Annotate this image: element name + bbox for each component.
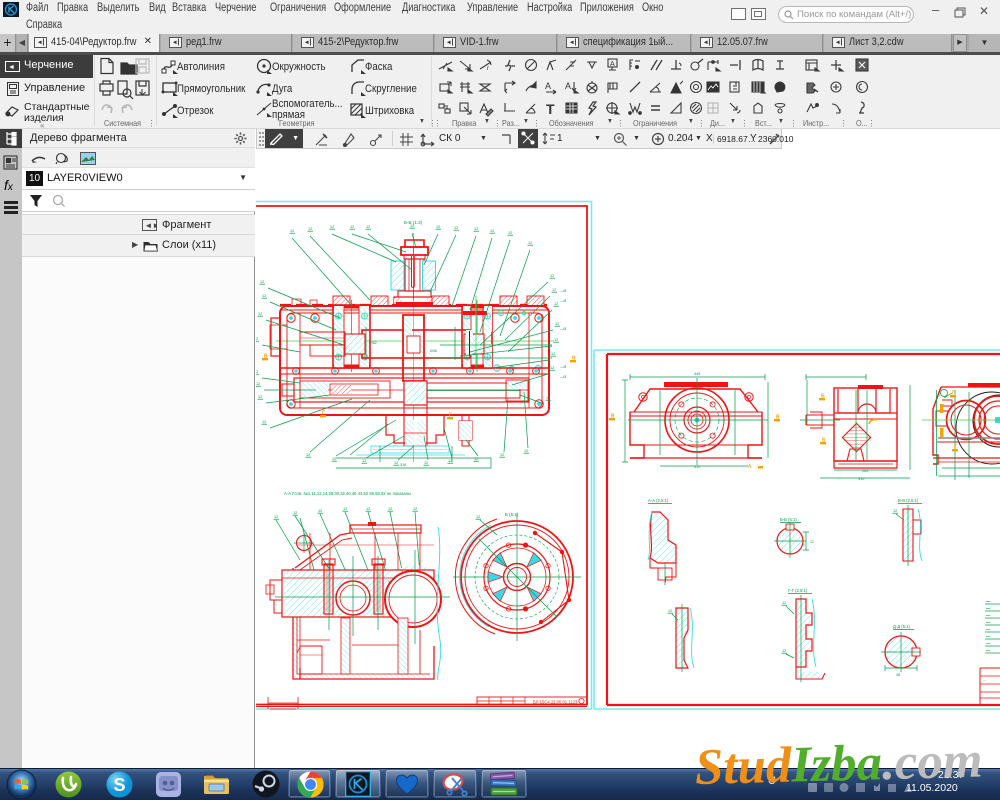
svg-text:12: 12 bbox=[308, 227, 312, 231]
svg-text:12: 12 bbox=[524, 449, 528, 453]
svg-text:12: 12 bbox=[448, 459, 452, 463]
svg-text:Б (5:1): Б (5:1) bbox=[505, 512, 519, 517]
svg-text:12: 12 bbox=[555, 322, 559, 326]
svg-text:Д-Д (5:1): Д-Д (5:1) bbox=[893, 624, 910, 629]
svg-text:—Ø: —Ø bbox=[560, 289, 567, 293]
svg-text:T: T bbox=[546, 101, 555, 117]
svg-text:—Ø: —Ø bbox=[560, 375, 567, 379]
svg-text:▪▪▪▪: ▪▪▪▪ bbox=[986, 607, 990, 611]
svg-text:12: 12 bbox=[318, 509, 322, 513]
svg-text:А-А (2,5:1): А-А (2,5:1) bbox=[648, 498, 669, 503]
svg-text:12: 12 bbox=[476, 515, 480, 519]
svg-text:12: 12 bbox=[668, 609, 672, 613]
svg-text:◄►: ◄► bbox=[145, 221, 158, 230]
svg-text:В-В (2,5:1): В-В (2,5:1) bbox=[898, 498, 919, 503]
svg-text:12: 12 bbox=[256, 382, 260, 386]
svg-text:A: A bbox=[610, 61, 615, 68]
svg-text:▪▪▪▪: ▪▪▪▪ bbox=[986, 614, 990, 618]
svg-text:12: 12 bbox=[366, 507, 370, 511]
svg-text:12: 12 bbox=[290, 229, 294, 233]
svg-text:12: 12 bbox=[474, 457, 478, 461]
svg-text:Г: Г bbox=[954, 445, 957, 451]
svg-text:265: 265 bbox=[862, 469, 868, 473]
svg-text:12: 12 bbox=[262, 420, 266, 424]
svg-text:12: 12 bbox=[424, 461, 428, 465]
svg-text:12: 12 bbox=[810, 540, 814, 544]
svg-text:12: 12 bbox=[782, 649, 786, 653]
svg-text:Б: Б bbox=[822, 438, 826, 444]
svg-text:12: 12 bbox=[550, 366, 554, 370]
svg-text:◄: ◄ bbox=[8, 64, 15, 71]
svg-text:▪▪▪▪: ▪▪▪▪ bbox=[986, 628, 990, 632]
svg-text:12: 12 bbox=[256, 370, 258, 374]
svg-text:▪▪▪▪: ▪▪▪▪ bbox=[986, 649, 990, 653]
svg-text:12: 12 bbox=[551, 352, 555, 356]
svg-text:···: ··· bbox=[983, 679, 987, 683]
svg-text:Б-Б (5:1): Б-Б (5:1) bbox=[780, 517, 797, 522]
svg-text:12: 12 bbox=[366, 225, 370, 229]
svg-text:▪▪▪▪: ▪▪▪▪ bbox=[986, 621, 990, 625]
svg-text:Б: Б bbox=[821, 394, 825, 400]
svg-text:310: 310 bbox=[858, 477, 864, 481]
svg-text:12: 12 bbox=[330, 225, 334, 229]
svg-text:А-А Гсов. №1,11,12,14,28 30,32: А-А Гсов. №1,11,12,14,28 30,32,40,46 43,… bbox=[284, 491, 411, 496]
svg-text:В: В bbox=[264, 354, 268, 360]
svg-text:▪▪▪▪: ▪▪▪▪ bbox=[986, 635, 990, 639]
svg-text:12: 12 bbox=[490, 229, 494, 233]
svg-text:—Ø: —Ø bbox=[560, 365, 567, 369]
svg-text:12: 12 bbox=[474, 227, 478, 231]
svg-text:12: 12 bbox=[262, 294, 266, 298]
svg-text:В: В bbox=[776, 415, 780, 421]
svg-text:12: 12 bbox=[550, 274, 554, 278]
svg-text:12: 12 bbox=[394, 461, 398, 465]
svg-text:12: 12 bbox=[362, 459, 366, 463]
svg-text:12: 12 bbox=[350, 225, 354, 229]
svg-text:12: 12 bbox=[782, 601, 786, 605]
svg-text:12: 12 bbox=[508, 231, 512, 235]
svg-text:318: 318 bbox=[400, 463, 406, 467]
svg-text:445: 445 bbox=[694, 372, 700, 376]
svg-text:12: 12 bbox=[500, 453, 504, 457]
svg-text:12: 12 bbox=[552, 288, 556, 292]
svg-text:—Ø: —Ø bbox=[560, 299, 567, 303]
svg-text:12: 12 bbox=[256, 337, 258, 341]
svg-text:Г: Г bbox=[952, 391, 955, 397]
svg-text:12: 12 bbox=[413, 507, 417, 511]
svg-text:—Ø: —Ø bbox=[560, 327, 567, 331]
svg-text:A: A bbox=[565, 81, 571, 91]
svg-text:12: 12 bbox=[554, 302, 558, 306]
svg-text:12: 12 bbox=[258, 312, 262, 316]
svg-text:12: 12 bbox=[410, 224, 414, 228]
svg-text:12: 12 bbox=[343, 507, 347, 511]
svg-text:12: 12 bbox=[332, 457, 336, 461]
svg-text:БЛ 15С4.22.00.01.1123: БЛ 15С4.22.00.01.1123 bbox=[533, 700, 578, 705]
svg-text:12: 12 bbox=[546, 396, 550, 400]
svg-text:310: 310 bbox=[694, 465, 700, 469]
svg-text:12: 12 bbox=[306, 453, 310, 457]
svg-text:48: 48 bbox=[896, 673, 900, 677]
svg-text:12: 12 bbox=[260, 280, 264, 284]
svg-text:12: 12 bbox=[528, 241, 532, 245]
svg-text:12: 12 bbox=[554, 338, 558, 342]
svg-text:Ø62: Ø62 bbox=[370, 341, 377, 345]
svg-text:А: А bbox=[748, 464, 752, 470]
svg-text:r: r bbox=[487, 66, 489, 72]
svg-text:12: 12 bbox=[454, 226, 458, 230]
svg-text:Ø48: Ø48 bbox=[430, 349, 437, 353]
svg-text:Г: Г bbox=[322, 411, 325, 417]
svg-text:12: 12 bbox=[436, 225, 440, 229]
svg-text:12: 12 bbox=[388, 507, 392, 511]
svg-text:12: 12 bbox=[293, 511, 297, 515]
svg-text:Г-Г (2,5:1): Г-Г (2,5:1) bbox=[788, 588, 808, 593]
svg-text:S: S bbox=[114, 775, 126, 795]
svg-text:Г: Г bbox=[449, 413, 452, 419]
svg-text:12: 12 bbox=[258, 395, 262, 399]
svg-text:▪▪▪▪: ▪▪▪▪ bbox=[986, 642, 990, 646]
svg-text:▪▪▪▪: ▪▪▪▪ bbox=[986, 600, 990, 604]
svg-text:12: 12 bbox=[274, 515, 278, 519]
svg-text:В: В bbox=[611, 414, 615, 420]
svg-text:В: В bbox=[572, 356, 576, 362]
svg-text:A: A bbox=[545, 81, 551, 91]
svg-text:12: 12 bbox=[893, 509, 897, 513]
